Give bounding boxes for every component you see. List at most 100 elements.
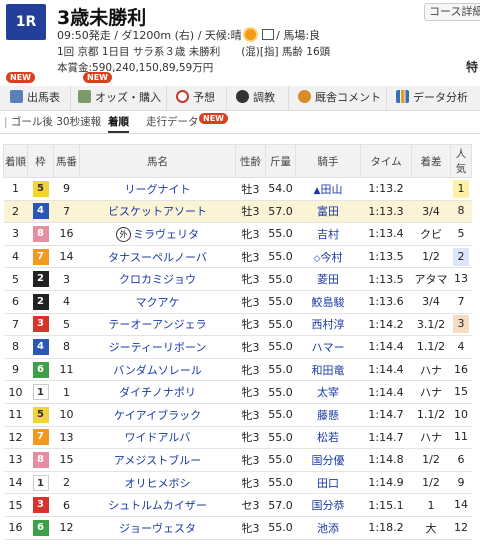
jockey-name-link[interactable]: 西村淳: [312, 318, 345, 331]
col-waku[interactable]: 枠: [27, 144, 54, 178]
table-row[interactable]: 7 3 5 テーオーアンジェラ 牝3 55.0 西村淳 1:14.2 3.1/2 3: [3, 313, 472, 337]
horse-name-cell[interactable]: クロカミジョウ: [79, 267, 236, 291]
jockey-name-link[interactable]: 菱田: [317, 273, 339, 286]
horse-name-cell[interactable]: マクアケ: [79, 290, 236, 314]
tab-prediction[interactable]: 予想: [176, 86, 227, 110]
horse-name-cell[interactable]: ダイチノナポリ: [79, 380, 236, 404]
jockey-name-link[interactable]: 池添: [317, 522, 339, 535]
horse-name-link[interactable]: アメジストブルー: [114, 454, 201, 467]
table-row[interactable]: 16 6 12 ジョーヴェスタ 牝3 55.0 池添 1:18.2 大 12: [3, 516, 472, 540]
col-popularity[interactable]: 人気: [450, 144, 472, 178]
jockey-name-link[interactable]: 吉村: [317, 228, 339, 241]
table-row[interactable]: 3 8 16 外ミラヴェリタ 牝3 55.0 吉村 1:13.4 クビ 5: [3, 222, 472, 246]
col-num[interactable]: 馬番: [53, 144, 80, 178]
jockey-cell[interactable]: 西村淳: [295, 313, 361, 337]
tab-training[interactable]: 調教: [236, 86, 289, 110]
col-time[interactable]: タイム: [360, 144, 412, 178]
jockey-cell[interactable]: 国分優: [295, 448, 361, 472]
subtab-running-data[interactable]: 走行データ: [146, 114, 199, 129]
jockey-name-link[interactable]: ハマー: [312, 341, 345, 354]
jockey-cell[interactable]: 鮫島駿: [295, 290, 361, 314]
horse-name-link[interactable]: バンダムソレール: [113, 364, 202, 377]
subtab-goal-flash[interactable]: | ゴール後 30秒速報: [4, 114, 101, 129]
horse-name-link[interactable]: ジョーヴェスタ: [119, 522, 196, 535]
jockey-name-link[interactable]: 松若: [317, 431, 339, 444]
jockey-cell[interactable]: 太宰: [295, 380, 361, 404]
subtab-finish-order[interactable]: 着順: [108, 114, 129, 133]
jockey-name-link[interactable]: 今村: [320, 251, 342, 264]
table-row[interactable]: 6 2 4 マクアケ 牝3 55.0 鮫島駿 1:13.6 3/4 7: [3, 290, 472, 314]
jockey-cell[interactable]: 国分恭: [295, 493, 361, 517]
horse-name-link[interactable]: ケイアイブラック: [114, 409, 201, 422]
jockey-name-link[interactable]: 国分恭: [312, 499, 345, 512]
jockey-cell[interactable]: 吉村: [295, 222, 361, 246]
horse-name-link[interactable]: リーグナイト: [125, 183, 191, 196]
horse-name-link[interactable]: タナスーペルノーバ: [108, 251, 207, 264]
horse-name-link[interactable]: ジーティーリボーン: [109, 341, 207, 354]
horse-name-link[interactable]: シュトルムカイザー: [108, 499, 207, 512]
table-row[interactable]: 13 8 15 アメジストブルー 牝3 55.0 国分優 1:14.8 1/2 6: [3, 448, 472, 472]
horse-name-cell[interactable]: バンダムソレール: [79, 358, 236, 382]
table-row[interactable]: 15 3 6 シュトルムカイザー セ3 57.0 国分恭 1:15.1 1 14: [3, 493, 472, 517]
col-rank[interactable]: 着順: [3, 144, 28, 178]
table-row[interactable]: 10 1 1 ダイチノナポリ 牝3 55.0 太宰 1:14.4 ハナ 15: [3, 380, 472, 404]
tab-stable-comment[interactable]: 厩舎コメント: [298, 86, 387, 110]
horse-name-cell[interactable]: ワイドアルバ: [79, 426, 236, 450]
jockey-name-link[interactable]: 田口: [317, 477, 339, 490]
horse-name-cell[interactable]: ケイアイブラック: [79, 403, 236, 427]
table-row[interactable]: 5 2 3 クロカミジョウ 牝3 55.0 菱田 1:13.5 アタマ 13: [3, 267, 472, 291]
tab-data-analysis[interactable]: データ分析: [396, 86, 480, 110]
jockey-cell[interactable]: 藤懸: [295, 403, 361, 427]
horse-name-link[interactable]: ワイドアルバ: [125, 431, 191, 444]
horse-name-cell[interactable]: ジーティーリボーン: [79, 335, 236, 359]
table-row[interactable]: 8 4 8 ジーティーリボーン 牝3 55.0 ハマー 1:14.4 1.1/2 4: [3, 335, 472, 359]
horse-name-link[interactable]: ビスケットアソート: [108, 205, 207, 218]
course-detail-button[interactable]: コース詳細: [424, 3, 480, 21]
horse-name-cell[interactable]: ジョーヴェスタ: [79, 516, 236, 540]
jockey-cell[interactable]: ハマー: [295, 335, 361, 359]
horse-name-link[interactable]: マクアケ: [136, 296, 180, 309]
jockey-name-link[interactable]: 富田: [317, 205, 339, 218]
horse-name-link[interactable]: オリヒメボシ: [125, 477, 191, 490]
horse-name-cell[interactable]: アメジストブルー: [79, 448, 236, 472]
col-margin[interactable]: 着差: [411, 144, 451, 178]
horse-name-cell[interactable]: タナスーペルノーバ: [79, 245, 236, 269]
table-row[interactable]: 2 4 7 ビスケットアソート 牡3 57.0 富田 1:13.3 3/4 8: [3, 200, 472, 224]
horse-name-cell[interactable]: オリヒメボシ: [79, 471, 236, 495]
table-row[interactable]: 11 5 10 ケイアイブラック 牝3 55.0 藤懸 1:14.7 1.1/2 10: [3, 403, 472, 427]
tab-entry-table[interactable]: 出馬表: [10, 86, 71, 110]
col-weight[interactable]: 斤量: [265, 144, 296, 178]
jockey-name-link[interactable]: 藤懸: [317, 409, 339, 422]
table-row[interactable]: 4 7 14 タナスーペルノーバ 牝3 55.0 ◇今村 1:13.5 1/2 2: [3, 245, 472, 269]
jockey-cell[interactable]: 田口: [295, 471, 361, 495]
jockey-cell[interactable]: 富田: [295, 200, 361, 224]
horse-name-link[interactable]: ダイチノナポリ: [119, 386, 196, 399]
jockey-cell[interactable]: 池添: [295, 516, 361, 540]
horse-name-cell[interactable]: リーグナイト: [79, 177, 236, 201]
col-jockey[interactable]: 騎手: [295, 144, 361, 178]
jockey-name-link[interactable]: 鮫島駿: [312, 296, 345, 309]
table-row[interactable]: 14 1 2 オリヒメボシ 牝3 55.0 田口 1:14.9 1/2 9: [3, 471, 472, 495]
horse-name-cell[interactable]: シュトルムカイザー: [79, 493, 236, 517]
tab-odds[interactable]: オッズ・購入: [78, 86, 167, 110]
jockey-cell[interactable]: ▲田山: [295, 177, 361, 201]
horse-name-link[interactable]: テーオーアンジェラ: [108, 318, 206, 331]
horse-name-link[interactable]: クロカミジョウ: [119, 273, 196, 286]
jockey-cell[interactable]: ◇今村: [295, 245, 361, 269]
jockey-name-link[interactable]: 田山: [320, 183, 342, 196]
jockey-cell[interactable]: 和田竜: [295, 358, 361, 382]
horse-name-link[interactable]: ミラヴェリタ: [133, 228, 199, 241]
jockey-cell[interactable]: 菱田: [295, 267, 361, 291]
table-row[interactable]: 9 6 11 バンダムソレール 牝3 55.0 和田竜 1:14.4 ハナ 16: [3, 358, 472, 382]
horse-name-cell[interactable]: テーオーアンジェラ: [79, 313, 236, 337]
jockey-name-link[interactable]: 和田竜: [312, 364, 345, 377]
col-sex-age[interactable]: 性齢: [235, 144, 266, 178]
table-row[interactable]: 12 7 13 ワイドアルバ 牝3 55.0 松若 1:14.7 ハナ 11: [3, 426, 472, 450]
jockey-name-link[interactable]: 太宰: [317, 386, 339, 399]
horse-name-cell[interactable]: 外ミラヴェリタ: [79, 222, 236, 246]
table-row[interactable]: 1 5 9 リーグナイト 牡3 54.0 ▲田山 1:13.2 1: [3, 177, 472, 201]
horse-name-cell[interactable]: ビスケットアソート: [79, 200, 236, 224]
col-horse-name[interactable]: 馬名: [79, 144, 236, 178]
jockey-name-link[interactable]: 国分優: [312, 454, 345, 467]
jockey-cell[interactable]: 松若: [295, 426, 361, 450]
